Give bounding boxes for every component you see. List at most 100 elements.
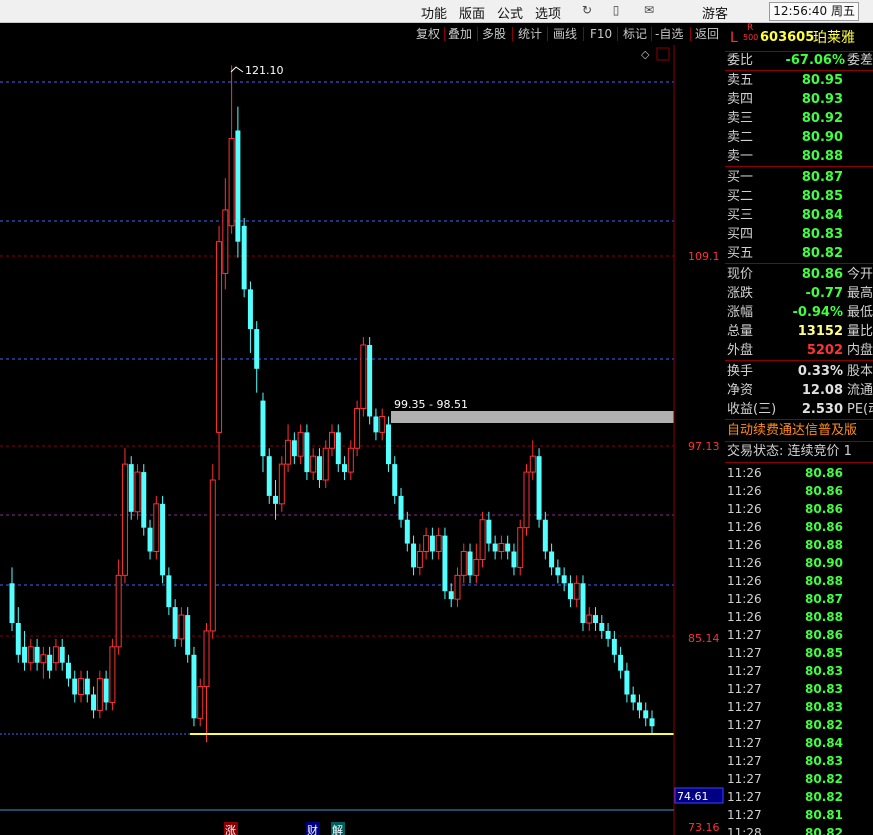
price-label-73: 73.16 (688, 821, 720, 834)
candle-down (511, 551, 517, 568)
candle-down (304, 432, 310, 473)
marker-unlock[interactable]: 解 (332, 823, 343, 835)
candlestick-chart[interactable]: 99.35 - 98.51 121.10 ◇ 74.61 109.1 97.13… (0, 45, 725, 835)
candle-down (160, 503, 166, 576)
notice-row[interactable]: 自动续费通达信普及版 (727, 421, 873, 440)
stat-row[interactable]: 现价 80.86 今开 (727, 265, 873, 284)
stock-name[interactable]: 珀莱雅 (813, 27, 855, 49)
tick-price: 80.83 (805, 664, 843, 678)
marker-rise[interactable]: 涨 (225, 824, 236, 835)
candle-down (91, 694, 97, 711)
tick-row: 11:26 80.87 (727, 590, 873, 608)
button-mark[interactable]: 标记 (623, 25, 647, 43)
tick-time: 11:26 (727, 502, 762, 516)
stat2-row[interactable]: 换手 0.33% 股本 (727, 362, 873, 381)
stat2-extra: 股本 (847, 364, 873, 379)
button-fuquan[interactable]: 复权 (416, 25, 440, 43)
user-label[interactable]: 游客 (702, 3, 728, 22)
ask-level-row[interactable]: 卖四 80.93 (727, 90, 873, 109)
refresh-icon[interactable]: ↻ (580, 3, 594, 17)
stat-label: 涨跌 (727, 286, 754, 301)
candle-up (222, 209, 229, 274)
stat-row[interactable]: 总量 13152 量比 (727, 322, 873, 341)
marker-finance[interactable]: 财 (307, 823, 318, 835)
candle-up (134, 471, 141, 513)
menu-formula[interactable]: 公式 (497, 3, 523, 22)
candle-up (473, 558, 480, 576)
tick-price: 80.84 (805, 736, 843, 750)
candle-down (103, 678, 109, 703)
candle-down (247, 289, 253, 330)
menu-layout[interactable]: 版面 (459, 3, 485, 22)
menu-options[interactable]: 选项 (535, 3, 561, 22)
candle-down (643, 710, 649, 719)
stat2-label: 换手 (727, 364, 754, 379)
stat-extra: 内盘 (847, 343, 873, 358)
menu-function[interactable]: 功能 (421, 3, 447, 22)
ratio-extra: 委差 (847, 53, 873, 68)
tick-row: 11:27 80.82 (727, 770, 873, 788)
candle-down (191, 654, 197, 719)
stat2-row[interactable]: 净资 12.08 流通 (727, 381, 873, 400)
candle-down (241, 225, 247, 290)
diamond-icon[interactable]: ◇ (641, 48, 650, 61)
ratio-value: -67.06% (785, 53, 845, 68)
stat2-value: 12.08 (801, 383, 843, 398)
bid-level-label: 买二 (727, 189, 754, 204)
tick-time: 11:27 (727, 664, 762, 678)
candle-up (435, 535, 442, 553)
tick-row: 11:27 80.83 (727, 698, 873, 716)
candle-up (40, 654, 47, 664)
candle-up (228, 137, 235, 227)
candle-down (84, 678, 90, 695)
stat2-label: 净资 (727, 383, 754, 398)
candle-down (166, 575, 172, 608)
range-label: 99.35 - 98.51 (394, 398, 468, 411)
tick-time: 11:26 (727, 574, 762, 588)
ask-level-row[interactable]: 卖三 80.92 (727, 109, 873, 128)
scroll-box-icon[interactable] (656, 47, 670, 61)
r-badge: R (747, 23, 754, 33)
ask-level-row[interactable]: 卖五 80.95 (727, 71, 873, 90)
tick-price: 80.88 (805, 538, 843, 552)
stat-row[interactable]: 涨幅 -0.94% 最低 (727, 303, 873, 322)
candle-up (203, 630, 210, 688)
button-f10[interactable]: F10 (590, 25, 612, 43)
stat-row[interactable]: 外盘 5202 内盘 (727, 341, 873, 360)
bid-level-row[interactable]: 买三 80.84 (727, 206, 873, 225)
mail-icon[interactable]: ✉ (642, 3, 656, 17)
button-overlay[interactable]: 叠加 (448, 25, 472, 43)
tick-time: 11:27 (727, 646, 762, 660)
button-statistics[interactable]: 统计 (518, 25, 542, 43)
button-back[interactable]: 返回 (695, 25, 719, 43)
bid-level-row[interactable]: 买二 80.85 (727, 187, 873, 206)
clock: 12:56:40 周五 (769, 2, 859, 21)
candle-up (479, 519, 486, 560)
ask-level-row[interactable]: 卖一 80.88 (727, 147, 873, 166)
tick-time: 11:27 (727, 718, 762, 732)
button-remove-watchlist[interactable]: -自选 (655, 25, 683, 43)
candle-up (310, 455, 317, 473)
tick-price: 80.87 (805, 592, 843, 606)
button-draw-line[interactable]: 画线 (553, 25, 577, 43)
candle-up (454, 574, 461, 600)
candle-down (624, 670, 630, 695)
tick-price: 80.82 (805, 826, 843, 835)
stat-row[interactable]: 涨跌 -0.77 最高 (727, 284, 873, 303)
stock-code[interactable]: 603605 (760, 27, 814, 49)
candle-up (109, 646, 116, 703)
bid-level-row[interactable]: 买四 80.83 (727, 225, 873, 244)
tick-price: 80.86 (805, 466, 843, 480)
candle-up (379, 415, 386, 433)
bid-level-row[interactable]: 买一 80.87 (727, 168, 873, 187)
candle-down (128, 464, 134, 512)
candle-up (322, 447, 329, 481)
candle-up (96, 678, 103, 711)
bid-level-row[interactable]: 买五 80.82 (727, 244, 873, 263)
ask-level-row[interactable]: 卖二 80.90 (727, 128, 873, 147)
ask-level-value: 80.92 (801, 111, 843, 126)
candle-down (593, 615, 599, 624)
stat2-row[interactable]: 收益(三) 2.530 PE(动) (727, 400, 873, 419)
button-multi-stock[interactable]: 多股 (482, 25, 506, 43)
phone-icon[interactable]: ▯ (609, 3, 623, 17)
